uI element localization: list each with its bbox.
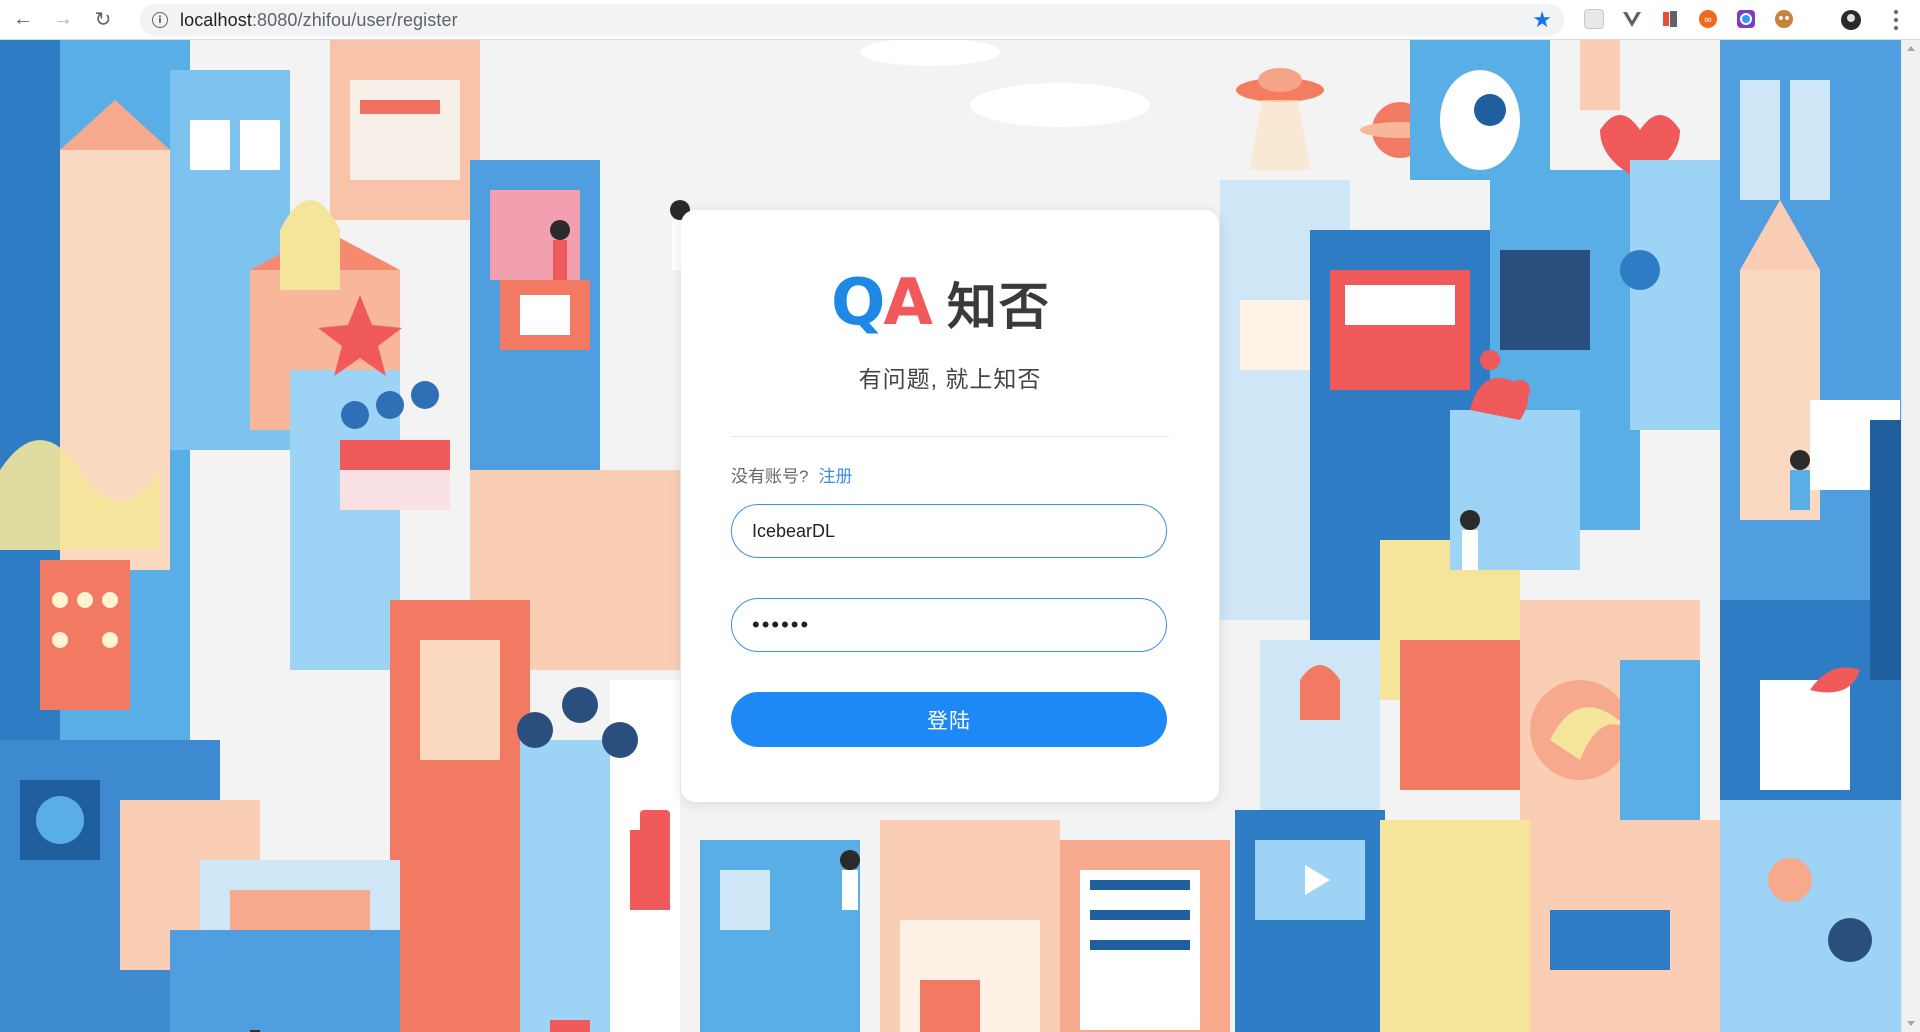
url-text[interactable]: localhost:8080/zhifou/user/register: [180, 10, 458, 31]
register-prompt-label: 没有账号?: [731, 467, 809, 486]
scroll-down-arrow-icon[interactable]: [1907, 1021, 1915, 1026]
extension-infinity-icon[interactable]: ∞: [1698, 9, 1718, 29]
address-bar[interactable]: i localhost:8080/zhifou/user/register ★: [140, 4, 1564, 36]
extension-blank-icon[interactable]: [1584, 9, 1604, 29]
svg-text:∞: ∞: [1703, 13, 1712, 26]
username-input[interactable]: [731, 504, 1167, 558]
slogan: 有问题, 就上知否: [858, 366, 1042, 392]
back-arrow-icon[interactable]: ←: [6, 3, 40, 37]
extension-monkey-icon[interactable]: [1774, 9, 1794, 29]
reload-icon[interactable]: ↻: [86, 3, 120, 37]
extension-color-icon[interactable]: [1736, 9, 1756, 29]
browser-toolbar: ← → ↻ i localhost:8080/zhifou/user/regis…: [0, 0, 1920, 40]
logo-text: 知否: [946, 277, 1051, 336]
site-logo: Q A 知否: [831, 268, 1051, 338]
register-link[interactable]: 注册: [818, 467, 852, 486]
more-menu-icon[interactable]: [1894, 10, 1898, 30]
login-card: Q A 知否 有问题, 就上知否 没有账号? 注册 登陆: [681, 210, 1219, 802]
password-input[interactable]: [731, 598, 1167, 652]
register-prompt: 没有账号? 注册: [731, 462, 852, 487]
divider: [731, 436, 1169, 437]
logo-mark-q: Q: [831, 266, 885, 340]
logo-mark: Q A: [831, 271, 933, 335]
forward-arrow-icon[interactable]: →: [46, 3, 80, 37]
url-path: :8080/zhifou/user/register: [251, 9, 458, 30]
extension-vue-icon[interactable]: [1622, 9, 1642, 29]
info-icon[interactable]: i: [152, 12, 168, 28]
scroll-up-arrow-icon[interactable]: [1907, 46, 1915, 51]
url-host: localhost: [180, 9, 252, 30]
extension-office-icon[interactable]: [1660, 9, 1680, 29]
logo-mark-a: A: [883, 266, 933, 340]
profile-avatar-icon[interactable]: [1840, 9, 1861, 30]
page-scrollbar[interactable]: [1901, 40, 1920, 1032]
bookmark-star-icon[interactable]: ★: [1532, 7, 1552, 33]
login-button[interactable]: 登陆: [731, 692, 1167, 747]
